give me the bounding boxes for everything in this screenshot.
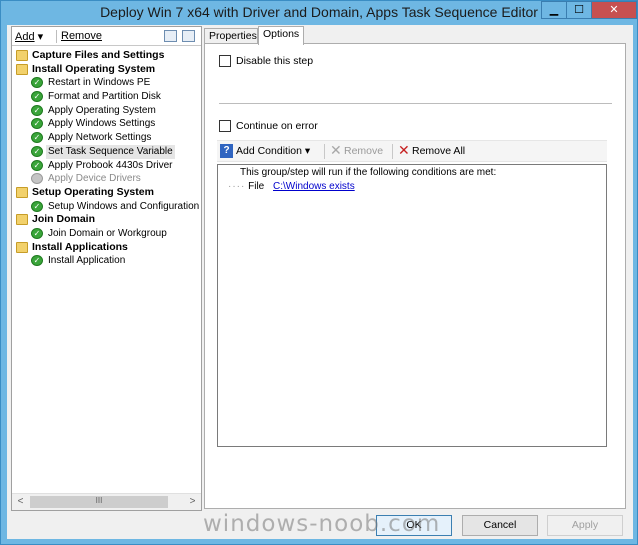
folder-icon xyxy=(16,214,28,226)
scroll-left-icon[interactable]: < xyxy=(12,494,29,510)
add-menu-button[interactable]: Add ▾ xyxy=(15,30,43,43)
task-sequence-editor-window: Deploy Win 7 x64 with Driver and Domain,… xyxy=(0,0,638,545)
disable-step-label: Disable this step xyxy=(236,55,314,67)
remove-all-icon: ✕ xyxy=(398,142,410,158)
tree-node-label: Apply Operating System xyxy=(48,104,156,116)
tree-node-label: Capture Files and Settings xyxy=(32,49,165,61)
scroll-right-icon[interactable]: > xyxy=(184,494,201,510)
condition-link[interactable]: C:\Windows exists xyxy=(273,181,355,192)
check-icon: ✓ xyxy=(31,255,43,267)
tree-step[interactable]: ✓ Restart in Windows PE xyxy=(14,76,200,90)
toolbar-divider xyxy=(56,30,57,43)
tree-group[interactable]: Capture Files and Settings xyxy=(14,49,200,63)
tree-group[interactable]: Setup Operating System xyxy=(14,186,200,200)
tree-group[interactable]: Install Operating System xyxy=(14,63,200,77)
tab-properties[interactable]: Properties xyxy=(204,28,258,44)
tree-node-label: Apply Probook 4430s Driver xyxy=(48,159,173,171)
tree-group[interactable]: Join Domain xyxy=(14,213,200,227)
remove-label: Remove xyxy=(61,30,102,42)
folder-icon xyxy=(16,186,28,198)
add-condition-icon: ? xyxy=(220,144,233,158)
add-label: Add xyxy=(15,31,35,43)
move-down-icon[interactable] xyxy=(182,30,195,42)
title-bar[interactable]: Deploy Win 7 x64 with Driver and Domain,… xyxy=(1,1,637,25)
conditions-header: This group/step will run if the followin… xyxy=(240,167,497,178)
remove-condition-icon: ✕ xyxy=(330,142,342,158)
check-icon: ✓ xyxy=(31,159,43,171)
tree-connector: ···· xyxy=(228,181,246,192)
check-icon: ✓ xyxy=(31,104,43,116)
folder-icon xyxy=(16,50,28,61)
remove-button[interactable]: Remove xyxy=(61,30,102,42)
options-divider xyxy=(219,103,612,104)
tree-step[interactable]: ✓ Apply Probook 4430s Driver xyxy=(14,159,200,173)
tree-step[interactable]: ✓ Setup Windows and Configuration xyxy=(14,200,200,214)
check-icon: ✓ xyxy=(31,132,43,144)
tree-node-label: Install Applications xyxy=(32,240,128,253)
move-up-icon[interactable] xyxy=(164,30,177,42)
remove-all-button[interactable]: Remove All xyxy=(412,145,465,157)
conditions-toolbar: ? Add Condition ▾ ✕ Remove ✕ Remove All xyxy=(217,140,607,162)
tree-step[interactable]: ✓ Install Application xyxy=(14,254,200,268)
tree-step[interactable]: ✓ Format and Partition Disk xyxy=(14,90,200,104)
check-icon: ✓ xyxy=(31,145,43,157)
tree-node-label: Format and Partition Disk xyxy=(48,91,161,103)
tree-node-label: Restart in Windows PE xyxy=(48,77,151,89)
condition-type: File xyxy=(248,181,265,192)
disabled-step-icon xyxy=(31,173,43,185)
check-icon: ✓ xyxy=(31,118,43,130)
continue-on-error-checkbox[interactable] xyxy=(219,120,231,132)
tree-node-label: Setup Windows and Configuration xyxy=(48,200,200,212)
tree-step[interactable]: ✓ Apply Network Settings xyxy=(14,131,200,145)
check-icon: ✓ xyxy=(31,77,43,89)
tree-node-label: Apply Device Drivers xyxy=(48,173,141,185)
apply-button[interactable]: Apply xyxy=(547,515,623,536)
ok-button[interactable]: OK xyxy=(376,515,452,536)
horizontal-scrollbar[interactable]: < III > xyxy=(12,493,201,510)
condition-item[interactable]: ···· File C:\Windows exists xyxy=(228,181,355,192)
tree-node-label: Join Domain or Workgroup xyxy=(48,227,167,239)
tree-toolbar: Add ▾ Remove xyxy=(12,27,201,46)
folder-icon xyxy=(16,63,28,75)
cancel-button[interactable]: Cancel xyxy=(462,515,538,536)
tab-options[interactable]: Options xyxy=(258,26,304,45)
minimize-button[interactable]: ▁ xyxy=(541,1,567,19)
add-condition-label: Add Condition xyxy=(236,145,302,157)
remove-condition-button[interactable]: Remove xyxy=(344,145,383,157)
tree-node-label: Setup Operating System xyxy=(32,185,154,198)
tree-node-label: Apply Network Settings xyxy=(48,132,152,144)
continue-on-error-label: Continue on error xyxy=(236,120,318,132)
check-icon: ✓ xyxy=(31,227,43,239)
check-icon: ✓ xyxy=(31,200,43,212)
tree-node-label: Join Domain xyxy=(32,213,96,226)
tree-node-label: Set Task Sequence Variable xyxy=(46,144,175,159)
editor-client-area: Add ▾ Remove Capture Files and Settings I… xyxy=(7,25,633,539)
task-sequence-tree-pane: Add ▾ Remove Capture Files and Settings I… xyxy=(11,26,202,511)
tree-group[interactable]: Install Applications xyxy=(14,241,200,255)
add-condition-button[interactable]: Add Condition ▾ xyxy=(236,145,310,157)
task-sequence-tree: Capture Files and Settings Install Operat… xyxy=(14,49,200,268)
close-button[interactable]: ✕ xyxy=(591,1,637,19)
tree-step[interactable]: ✓ Apply Windows Settings xyxy=(14,117,200,131)
folder-icon xyxy=(16,241,28,253)
tree-step[interactable]: ✓ Join Domain or Workgroup xyxy=(14,227,200,241)
check-icon: ✓ xyxy=(31,91,43,103)
toolbar-divider xyxy=(324,144,325,159)
scroll-thumb[interactable]: III xyxy=(30,496,168,508)
tree-node-label: Install Application xyxy=(48,255,126,267)
toolbar-divider xyxy=(392,144,393,159)
options-panel: Disable this step Continue on error ? Ad… xyxy=(204,43,626,509)
conditions-list[interactable]: This group/step will run if the followin… xyxy=(217,164,607,447)
tree-step[interactable]: Apply Device Drivers xyxy=(14,172,200,186)
tree-step[interactable]: ✓ Apply Operating System xyxy=(14,104,200,118)
maximize-button[interactable]: ☐ xyxy=(566,1,592,19)
chevron-down-icon: ▾ xyxy=(304,145,311,157)
tree-step[interactable]: ✓ Set Task Sequence Variable xyxy=(14,144,200,159)
tree-node-label: Apply Windows Settings xyxy=(48,118,156,130)
chevron-down-icon: ▾ xyxy=(37,31,44,43)
disable-step-checkbox[interactable] xyxy=(219,55,231,67)
tree-node-label: Install Operating System xyxy=(32,62,156,75)
